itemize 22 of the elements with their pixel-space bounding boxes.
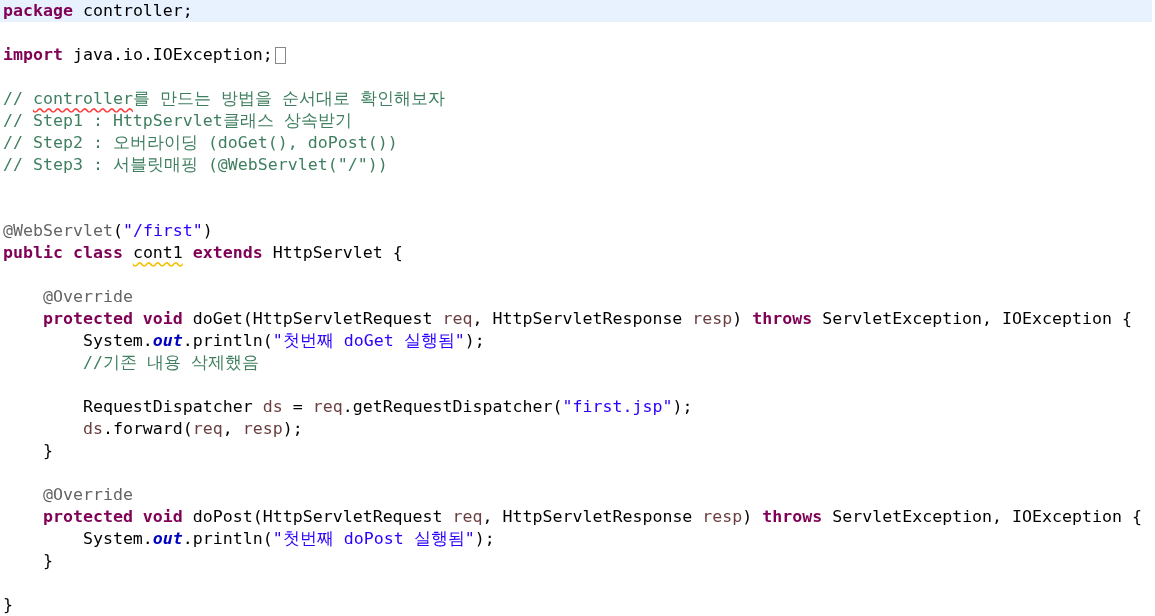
code-line: // Step2 : 오버라이딩 (doGet(), doPost()) [3, 132, 398, 154]
code-line: // Step1 : HttpServlet클래스 상속받기 [3, 110, 352, 132]
code-line: System.out.println("첫번째 doPost 실행됨"); [81, 528, 495, 550]
code-line: ds.forward(req, resp); [81, 418, 303, 440]
code-line: public class cont1 extends HttpServlet { [3, 242, 403, 264]
code-line: protected void doGet(HttpServletRequest req, HttpServletResponse resp) throws ServletException, IOException { [41, 308, 1132, 330]
code-line: } [41, 550, 53, 572]
code-line: } [3, 594, 13, 616]
code-line: import java.io.IOException; [3, 44, 273, 66]
code-line: @Override [41, 286, 133, 308]
code-line: } [41, 440, 53, 462]
code-line: @WebServlet("/first") [3, 220, 213, 242]
code-line: System.out.println("첫번째 doGet 실행됨"); [81, 330, 485, 352]
code-line: //기존 내용 삭제했음 [81, 352, 259, 374]
folded-code-icon[interactable] [274, 46, 286, 64]
code-line: // controller를 만드는 방법을 순서대로 확인해보자 [3, 88, 445, 110]
code-editor[interactable] [0, 0, 1152, 616]
code-line: // Step3 : 서블릿매핑 (@WebServlet("/")) [3, 154, 388, 176]
code-line: RequestDispatcher ds = req.getRequestDispatcher("first.jsp"); [81, 396, 693, 418]
code-line: @Override [41, 484, 133, 506]
code-line: package controller; [3, 0, 193, 22]
code-line: protected void doPost(HttpServletRequest req, HttpServletResponse resp) throws ServletException, IOException { [41, 506, 1142, 528]
